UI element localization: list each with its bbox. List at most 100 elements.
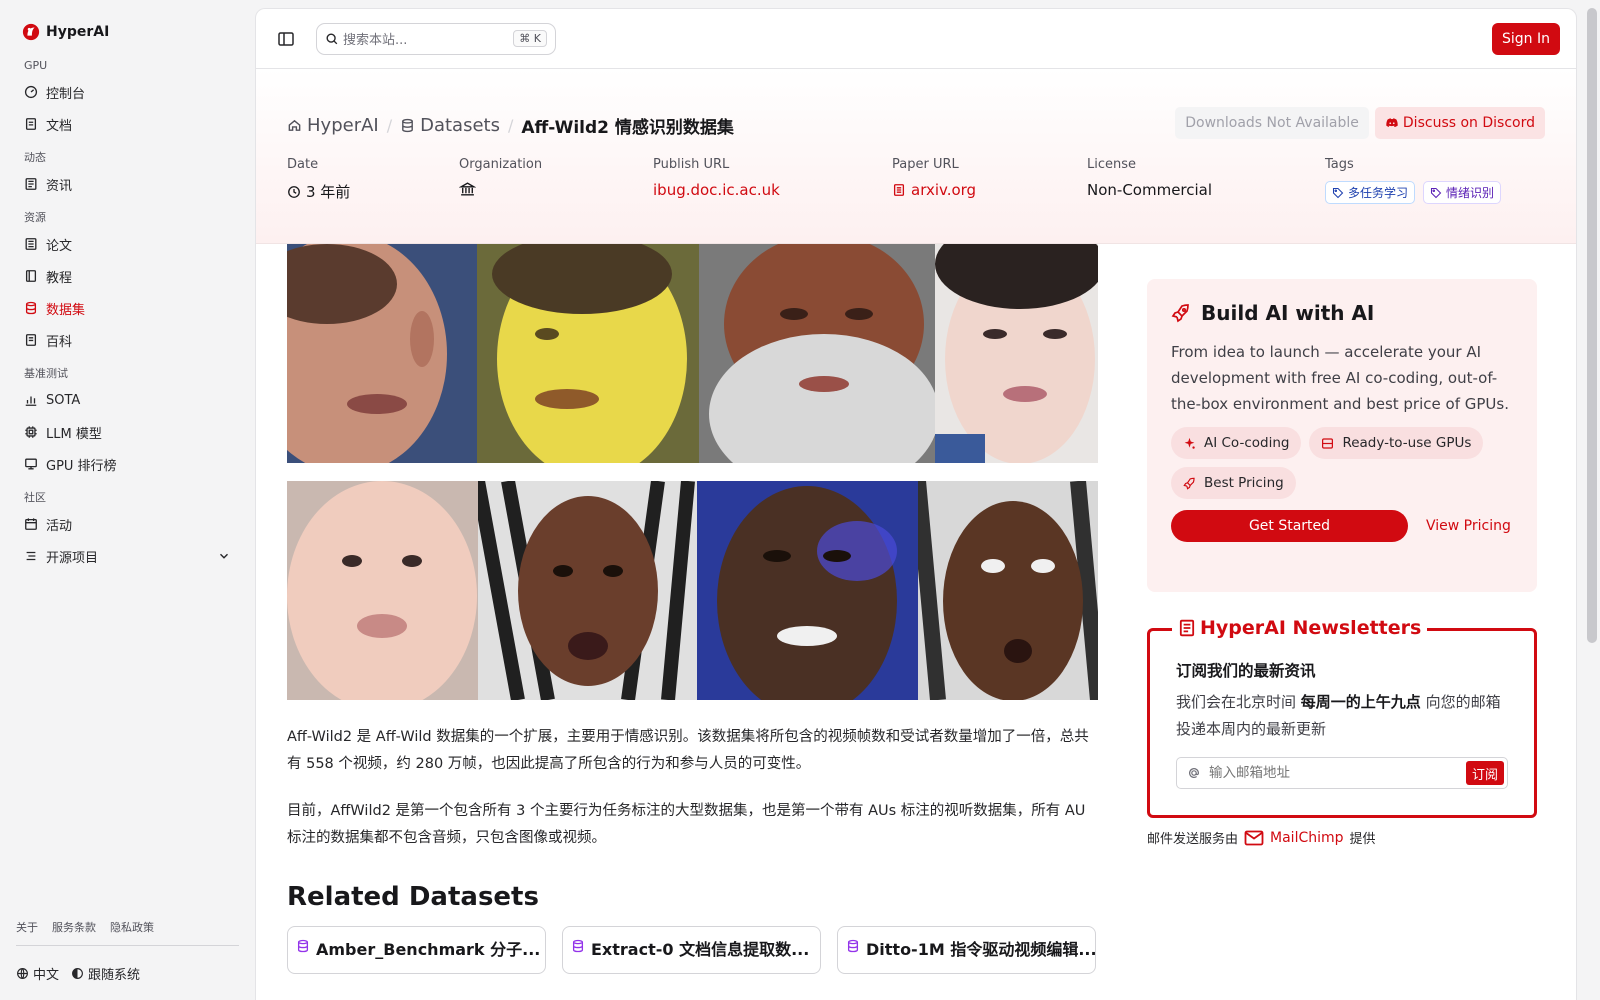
- breadcrumb-home[interactable]: HyperAI: [287, 115, 379, 136]
- sidebar-item-label: 开源项目: [46, 550, 99, 566]
- meta-date-value: 3 年前: [287, 181, 350, 202]
- meta-date-label: Date: [287, 157, 319, 172]
- language-switcher[interactable]: 中文: [16, 964, 59, 983]
- related-dataset-card[interactable]: Extract-0 文档信息提取数...: [562, 926, 821, 974]
- dataset-description: Aff-Wild2 是 Aff-Wild 数据集的一个扩展，主要用于情感识别。该…: [287, 724, 1098, 852]
- sidebar-toggle-icon[interactable]: [276, 29, 296, 49]
- brand-name: HyperAI: [46, 24, 110, 40]
- paper-url-text: arxiv.org: [911, 181, 977, 199]
- mailchimp-link[interactable]: MailChimp: [1244, 830, 1344, 846]
- theme-switcher[interactable]: 跟随系统: [71, 964, 140, 983]
- sidebar-item-events[interactable]: 活动: [16, 508, 239, 540]
- wiki-icon: [25, 334, 37, 346]
- newsletter-heading: 订阅我们的最新资讯: [1176, 662, 1316, 680]
- newsletter-box: HyperAI Newsletters 订阅我们的最新资讯 我们会在北京时间 每…: [1147, 617, 1537, 818]
- discord-button[interactable]: Discuss on Discord: [1374, 107, 1545, 139]
- server-icon: [1322, 437, 1334, 449]
- meta-org-label: Organization: [459, 157, 543, 172]
- feature-label: AI Co-coding: [1204, 435, 1290, 451]
- date-text: 3 年前: [306, 183, 351, 201]
- meta-organization: Organization: [459, 157, 542, 198]
- sidebar-item-docs[interactable]: 文档: [16, 108, 239, 140]
- cpu-icon: [25, 426, 37, 438]
- news-icon: [25, 178, 37, 190]
- tag-icon: [1332, 187, 1344, 198]
- rocket-icon: [1171, 304, 1189, 323]
- list-icon: [26, 551, 36, 561]
- sign-in-button[interactable]: Sign In: [1492, 22, 1560, 55]
- get-started-button[interactable]: Get Started: [1171, 510, 1408, 542]
- database-icon: [402, 118, 413, 133]
- newsletter-text-before: 我们会在北京时间: [1176, 693, 1301, 711]
- promo-title: Build AI with AI: [1171, 301, 1513, 325]
- paper-icon: [25, 238, 37, 250]
- sidebar-item-open-source[interactable]: 开源项目: [16, 540, 239, 572]
- feature-ai-coding: AI Co-coding: [1171, 427, 1302, 459]
- related-dataset-card[interactable]: Amber_Benchmark 分子...: [287, 926, 546, 974]
- institution-icon: [459, 182, 476, 196]
- dataset-meta: Date 3 年前 Organization Publish URL ibug.…: [287, 157, 1545, 207]
- search-shortcut: ⌘ K: [513, 30, 547, 47]
- footer-link-privacy[interactable]: 隐私政策: [110, 919, 154, 935]
- tag-multitask[interactable]: 多任务学习: [1325, 181, 1416, 204]
- feature-label: Best Pricing: [1204, 475, 1284, 491]
- sidebar-item-datasets[interactable]: 数据集: [16, 292, 239, 324]
- provider-suffix: 提供: [1349, 832, 1376, 847]
- main-panel: 搜索本站... ⌘ K Sign In HyperAI / Datasets /…: [255, 8, 1577, 1000]
- view-pricing-link[interactable]: View Pricing: [1426, 518, 1511, 534]
- database-icon: [25, 301, 37, 315]
- sidebar: HyperAI GPU 控制台 文档 动态 资讯 资源 论文 教程 数据集 百科…: [0, 0, 255, 1000]
- sidebar-item-console[interactable]: 控制台: [16, 76, 239, 108]
- search-icon: [326, 32, 338, 44]
- sidebar-item-llm[interactable]: LLM 模型: [16, 416, 239, 448]
- database-icon: [572, 939, 584, 953]
- tag-emotion[interactable]: 情绪识别: [1423, 181, 1502, 204]
- face-photo: [287, 481, 478, 700]
- tags-list: 多任务学习 情绪识别: [1325, 181, 1502, 204]
- newsletter-text-bold: 每周一的上午九点: [1300, 693, 1421, 711]
- paper-url-link[interactable]: arxiv.org: [892, 181, 976, 199]
- chevron-down-icon[interactable]: [217, 549, 231, 563]
- sidebar-item-label: 资讯: [46, 178, 73, 194]
- sidebar-item-label: 文档: [46, 118, 73, 134]
- feature-gpus: Ready-to-use GPUs: [1309, 427, 1484, 459]
- brand[interactable]: HyperAI: [16, 0, 239, 64]
- sidebar-item-sota[interactable]: SOTA: [16, 384, 239, 416]
- email-input[interactable]: [1209, 765, 1458, 781]
- sidebar-item-label: 论文: [46, 238, 73, 254]
- database-icon: [847, 939, 859, 953]
- related-dataset-card[interactable]: Ditto-1M 指令驱动视频编辑...: [837, 926, 1096, 974]
- page-scrollbar[interactable]: [1587, 8, 1597, 643]
- meta-publish-url: Publish URL ibug.doc.ic.ac.uk: [653, 157, 780, 199]
- sidebar-item-label: LLM 模型: [46, 426, 102, 442]
- nav-group-benchmarks: 基准测试: [24, 367, 68, 380]
- subscribe-button[interactable]: 订阅: [1465, 761, 1504, 785]
- nav-group-community: 社区: [24, 491, 46, 504]
- publish-url-link[interactable]: ibug.doc.ic.ac.uk: [653, 181, 780, 199]
- hyperai-logo-icon: [22, 23, 40, 41]
- meta-tags: Tags 多任务学习 情绪识别: [1325, 157, 1502, 204]
- footer-link-about[interactable]: 关于: [16, 919, 38, 935]
- meta-date: Date 3 年前: [287, 157, 350, 202]
- calendar-icon: [25, 518, 37, 530]
- gauge-icon: [24, 85, 38, 99]
- preview-row-bottom: [287, 481, 1098, 700]
- breadcrumb-section[interactable]: Datasets: [400, 115, 500, 136]
- meta-paper-url: Paper URL arxiv.org: [892, 157, 976, 199]
- tag-label: 情绪识别: [1446, 186, 1495, 200]
- sidebar-item-wiki[interactable]: 百科: [16, 324, 239, 356]
- sparkle-icon: [1184, 437, 1195, 449]
- breadcrumb-section-label: Datasets: [420, 115, 500, 136]
- sidebar-item-news[interactable]: 资讯: [16, 168, 239, 200]
- footer-link-terms[interactable]: 服务条款: [52, 919, 96, 935]
- sidebar-item-papers[interactable]: 论文: [16, 228, 239, 260]
- sidebar-item-gpu-leaderboard[interactable]: GPU 排行榜: [16, 448, 239, 480]
- downloads-button: Downloads Not Available: [1175, 107, 1369, 139]
- dataset-preview-image: [287, 244, 1098, 700]
- related-datasets-list: Amber_Benchmark 分子... Extract-0 文档信息提取数.…: [287, 926, 1098, 974]
- search-placeholder: 搜索本站...: [343, 33, 408, 48]
- search-box[interactable]: 搜索本站... ⌘ K: [316, 22, 556, 55]
- sidebar-item-tutorials[interactable]: 教程: [16, 260, 239, 292]
- mail-provider-note: 邮件发送服务由 MailChimp 提供: [1147, 828, 1537, 848]
- footer-settings: 中文 跟随系统: [16, 946, 239, 1000]
